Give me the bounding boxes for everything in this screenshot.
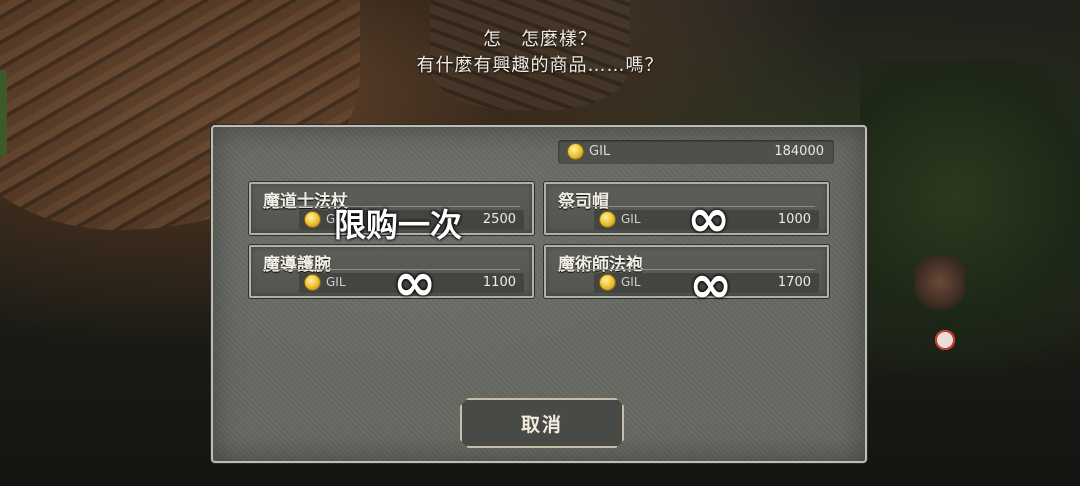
price-currency: GIL	[326, 275, 346, 289]
npc-dialog-line-2: 有什麼有興趣的商品……嗎？	[416, 55, 664, 76]
background-moogle	[935, 330, 955, 350]
price-value: 2500	[482, 212, 516, 227]
shop-item-magic-bracer[interactable]: 魔導護腕 GIL 1100	[249, 245, 534, 298]
gil-coin-icon	[600, 212, 615, 227]
gil-coin-icon	[600, 275, 615, 290]
shop-item-magician-robe[interactable]: 魔術師法袍 GIL 1700	[544, 245, 829, 298]
price-value: 1000	[777, 212, 811, 227]
gil-coin-icon	[305, 212, 320, 227]
wallet-amount: 184000	[774, 144, 824, 159]
shop-panel: GIL 184000 魔道士法杖 GIL 2500 祭司帽 GIL 1000 魔…	[211, 125, 867, 463]
cancel-button[interactable]: 取消	[460, 398, 624, 448]
wallet-bar: GIL 184000	[558, 140, 834, 164]
gil-coin-icon	[568, 144, 583, 159]
infinity-annotation: ∞	[687, 189, 731, 249]
divider	[263, 269, 520, 270]
shop-item-name: 魔導護腕	[263, 255, 331, 275]
price-value: 1100	[482, 275, 516, 290]
shop-item-name: 魔術師法袍	[558, 255, 643, 275]
limit-once-annotation: 限购一次	[334, 206, 463, 244]
npc-dialog-line-1: 怎 怎麼樣？	[483, 29, 597, 50]
side-tab-handle[interactable]	[0, 70, 7, 156]
price-currency: GIL	[621, 275, 641, 289]
background-foliage	[860, 60, 1080, 400]
wallet-currency-label: GIL	[589, 144, 611, 159]
gil-coin-icon	[305, 275, 320, 290]
infinity-annotation: ∞	[393, 253, 437, 313]
price-value: 1700	[777, 275, 811, 290]
infinity-annotation: ∞	[689, 255, 733, 315]
background-lantern	[915, 255, 965, 315]
divider	[558, 269, 815, 270]
shop-item-name: 祭司帽	[558, 192, 609, 212]
price-currency: GIL	[621, 212, 641, 226]
